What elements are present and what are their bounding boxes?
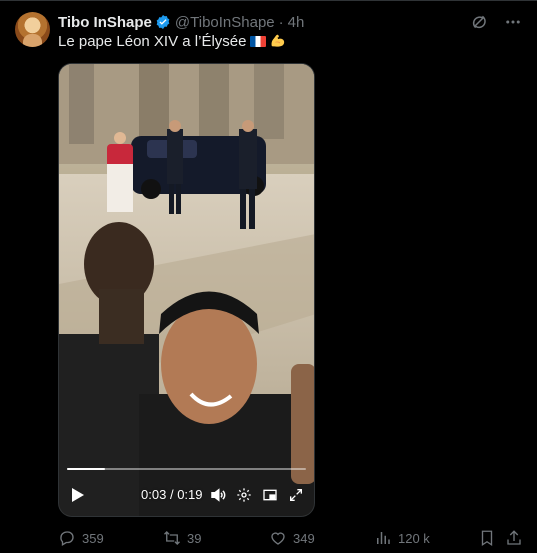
video-controls: 0:03 / 0:19 bbox=[59, 482, 314, 510]
tweet-actions: 359 39 349 120 k bbox=[58, 528, 523, 548]
settings-icon[interactable] bbox=[233, 482, 255, 508]
views-icon bbox=[374, 529, 392, 547]
repost-icon bbox=[163, 529, 181, 547]
video-player[interactable]: 0:03 / 0:19 bbox=[58, 63, 315, 517]
video-timecode: 0:03 / 0:19 bbox=[141, 487, 203, 502]
handle[interactable]: @TiboInShape bbox=[175, 14, 275, 31]
repost-button[interactable]: 39 bbox=[163, 528, 201, 548]
reply-button[interactable]: 359 bbox=[58, 528, 104, 548]
share-icon bbox=[505, 529, 523, 547]
like-button[interactable]: 349 bbox=[269, 528, 315, 548]
picture-in-picture-icon[interactable] bbox=[259, 482, 281, 508]
avatar[interactable] bbox=[15, 12, 50, 47]
duration: 0:19 bbox=[177, 487, 203, 502]
volume-icon[interactable] bbox=[207, 482, 229, 508]
time-separator: / bbox=[169, 487, 174, 502]
divider bbox=[0, 0, 537, 1]
video-frame bbox=[59, 64, 314, 516]
reply-count: 359 bbox=[82, 530, 104, 546]
views-count: 120 k bbox=[398, 530, 430, 546]
tweet-text: Le pape Léon XIV a l’Élysée bbox=[58, 32, 286, 52]
reply-icon bbox=[58, 529, 76, 547]
french-flag-icon bbox=[250, 36, 267, 47]
like-icon bbox=[269, 529, 287, 547]
flexed-biceps-icon bbox=[269, 32, 286, 49]
display-name[interactable]: Tibo InShape bbox=[58, 14, 152, 31]
share-button[interactable] bbox=[505, 528, 529, 548]
tweet[interactable]: Tibo InShape @TiboInShape · 4h Le pape L… bbox=[0, 0, 537, 553]
bookmark-button[interactable] bbox=[478, 528, 502, 548]
bookmark-icon bbox=[478, 529, 496, 547]
tweet-header: Tibo InShape @TiboInShape · 4h bbox=[58, 12, 304, 32]
play-icon[interactable] bbox=[67, 482, 89, 508]
verified-badge-icon bbox=[155, 14, 171, 30]
tweet-text-content: Le pape Léon XIV a l’Élysée bbox=[58, 33, 247, 50]
grok-icon[interactable] bbox=[469, 12, 489, 32]
current-time: 0:03 bbox=[141, 487, 167, 502]
views-button[interactable]: 120 k bbox=[374, 528, 430, 548]
timestamp[interactable]: 4h bbox=[288, 14, 305, 31]
more-icon[interactable] bbox=[503, 12, 523, 32]
video-progress-fill bbox=[67, 468, 106, 470]
like-count: 349 bbox=[293, 530, 315, 546]
separator-dot: · bbox=[278, 13, 284, 31]
video-progress-bar[interactable] bbox=[67, 468, 306, 470]
repost-count: 39 bbox=[187, 530, 202, 546]
fullscreen-icon[interactable] bbox=[285, 482, 307, 508]
